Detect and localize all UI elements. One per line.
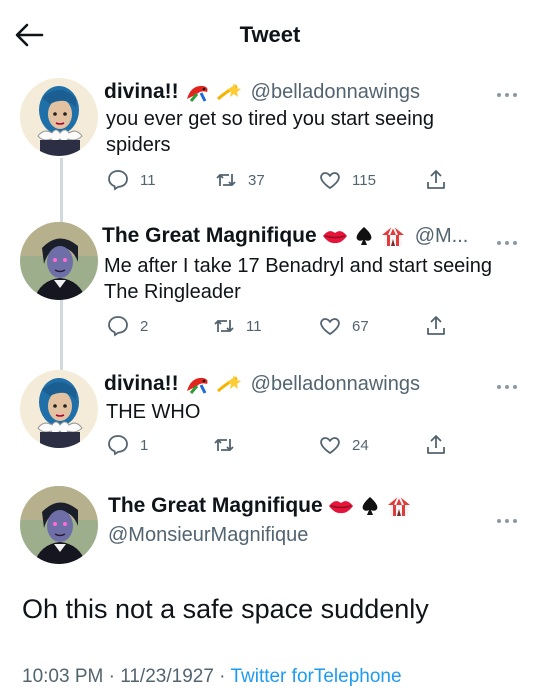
share-button[interactable] xyxy=(424,168,448,192)
display-name[interactable]: divina!! xyxy=(104,80,179,104)
dizzy-star-emoji-icon xyxy=(215,81,243,103)
share-icon xyxy=(427,316,445,335)
dizzy-star-emoji-icon xyxy=(215,373,243,395)
reply-button[interactable]: 1 xyxy=(106,433,148,457)
reply-count: 2 xyxy=(140,317,149,335)
retweet-button[interactable]: 11 xyxy=(212,314,262,338)
circus-tent-emoji-icon xyxy=(379,225,407,247)
avatar[interactable] xyxy=(20,222,98,300)
tweet-text-line: Me after I take 17 Benadryl and start se… xyxy=(104,255,492,277)
thread-line xyxy=(60,158,63,226)
share-icon xyxy=(427,170,445,189)
more-options-icon[interactable] xyxy=(496,512,518,523)
main-tweet-author-row: The Great Magnifique xyxy=(108,494,413,518)
more-options-icon[interactable] xyxy=(496,378,518,389)
tweet-text: THE WHO xyxy=(106,399,200,425)
heart-icon xyxy=(320,172,340,190)
tweet-text: Me after I take 17 Benadryl and start se… xyxy=(104,253,492,305)
tweet-source-link[interactable]: Twitter forTelephone xyxy=(230,666,401,687)
share-icon xyxy=(427,435,445,454)
lips-emoji-icon xyxy=(327,495,355,517)
heart-icon xyxy=(320,318,340,336)
user-handle[interactable]: @belladonnawings xyxy=(251,81,420,104)
display-name[interactable]: divina!! xyxy=(104,372,179,396)
retweet-icon xyxy=(216,174,236,186)
share-button[interactable] xyxy=(424,314,448,338)
spade-suit-emoji-icon xyxy=(359,495,381,517)
reply-count: 1 xyxy=(140,436,149,454)
retweet-count: 11 xyxy=(246,317,262,335)
reply-icon xyxy=(108,316,128,337)
user-handle[interactable]: @M... xyxy=(415,225,469,248)
display-name[interactable]: The Great Magnifique xyxy=(108,494,323,518)
parrot-emoji-icon xyxy=(183,81,211,103)
like-count: 115 xyxy=(352,171,376,189)
tweet-actions: 2 11 67 xyxy=(106,314,506,340)
more-options-icon[interactable] xyxy=(496,234,518,245)
tweet-author-row: The Great Magnifique @M... xyxy=(102,224,468,248)
circus-tent-emoji-icon xyxy=(385,495,413,517)
avatar[interactable] xyxy=(20,78,98,156)
lips-emoji-icon xyxy=(321,225,349,247)
reply-count: 11 xyxy=(140,171,156,189)
tweet-text-line: you ever get so tired you start seeing xyxy=(106,108,434,130)
retweet-icon xyxy=(214,439,234,451)
like-count: 24 xyxy=(352,436,369,454)
spade-suit-emoji-icon xyxy=(353,225,375,247)
main-tweet-text: Oh this not a safe space suddenly xyxy=(22,594,429,624)
like-count: 67 xyxy=(352,317,369,335)
tweet-timestamp-row: 10:03 PM · 11/23/1927 · Twitter forTelep… xyxy=(22,666,402,688)
tweet-author-row: divina!! @belladonnawings xyxy=(104,372,420,396)
retweet-button[interactable] xyxy=(212,433,246,457)
retweet-button[interactable]: 37 xyxy=(214,168,265,192)
tweet-author-row: divina!! @belladonnawings xyxy=(104,80,420,104)
like-button[interactable]: 67 xyxy=(318,314,369,338)
heart-icon xyxy=(320,437,340,455)
retweet-icon xyxy=(214,320,234,332)
thread-line xyxy=(60,300,63,370)
reply-button[interactable]: 2 xyxy=(106,314,148,338)
display-name[interactable]: The Great Magnifique xyxy=(102,224,317,248)
user-handle[interactable]: @belladonnawings xyxy=(251,373,420,396)
top-bar: Tweet xyxy=(0,0,540,70)
reply-icon xyxy=(108,435,128,456)
like-button[interactable]: 24 xyxy=(318,433,369,457)
tweet-actions: 1 24 xyxy=(106,433,506,459)
avatar[interactable] xyxy=(20,370,98,448)
parrot-emoji-icon xyxy=(183,373,211,395)
page-title: Tweet xyxy=(239,22,301,47)
user-handle[interactable]: @MonsieurMagnifique xyxy=(108,524,308,547)
avatar[interactable] xyxy=(20,486,98,564)
tweet-text-line: spiders xyxy=(106,134,171,156)
more-options-icon[interactable] xyxy=(496,86,518,97)
tweet-text: you ever get so tired you start seeing s… xyxy=(106,106,434,158)
tweet-actions: 11 37 115 xyxy=(106,168,506,194)
reply-icon xyxy=(108,170,128,191)
reply-button[interactable]: 11 xyxy=(106,168,156,192)
retweet-count: 37 xyxy=(248,171,265,189)
tweet-timestamp[interactable]: 10:03 PM · 11/23/1927 · xyxy=(22,666,226,687)
tweet-text-line: The Ringleader xyxy=(104,281,241,303)
like-button[interactable]: 115 xyxy=(318,168,376,192)
share-button[interactable] xyxy=(424,433,448,457)
tweet-text-line: THE WHO xyxy=(106,401,201,423)
